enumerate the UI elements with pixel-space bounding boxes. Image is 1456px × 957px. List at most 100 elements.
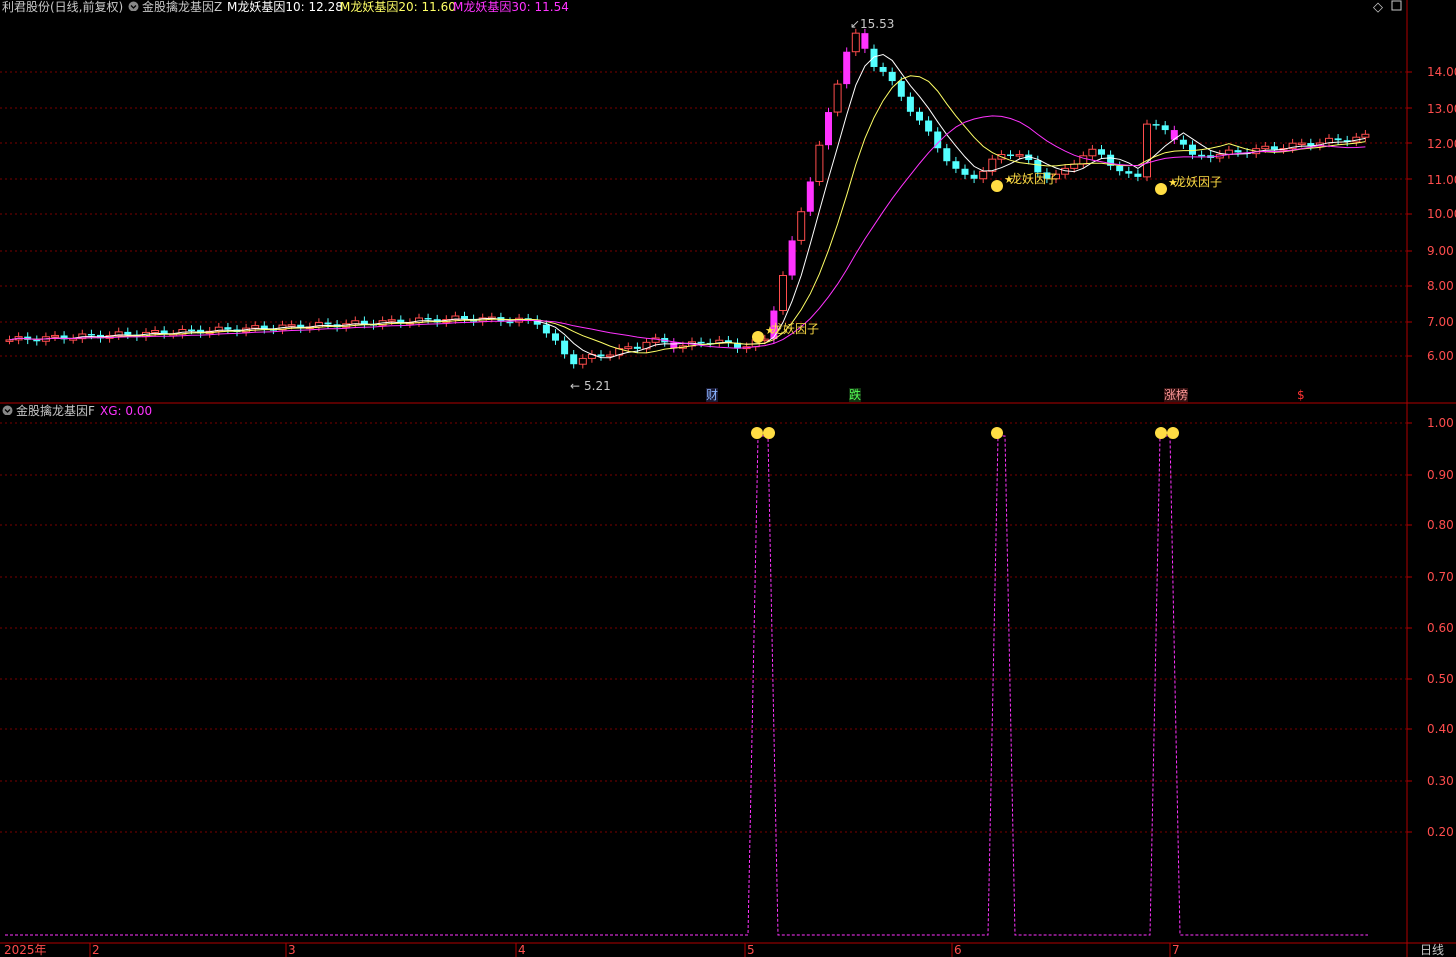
low-price-label: 5.21	[584, 379, 611, 393]
sub-y-tick-060: 0.60	[1427, 621, 1454, 635]
candle-body	[1143, 123, 1151, 178]
sub-y-tick-100: 1.00	[1427, 416, 1454, 430]
x-month-6: 6	[954, 943, 962, 957]
event-die[interactable]: 跌	[849, 388, 862, 402]
candle-body	[387, 319, 396, 322]
sub-y-tick-080: 0.80	[1427, 518, 1454, 532]
x-month-4: 4	[518, 943, 526, 957]
candle-body	[1179, 139, 1187, 145]
candle-body	[287, 324, 296, 327]
candle-body	[797, 211, 806, 241]
chart-canvas[interactable]: ★★ ★	[0, 0, 1456, 957]
x-month-7: 7	[1172, 943, 1180, 957]
xg-line	[5, 435, 1368, 936]
sub-indicator-toggle-icon[interactable]	[2, 404, 13, 418]
candle-body	[1134, 173, 1142, 177]
candle-body	[542, 324, 550, 334]
candle-body	[779, 274, 787, 312]
candle-body	[424, 318, 432, 320]
stock-title: 利君股份(日线,前复权)	[2, 0, 124, 14]
y-tick-8: 8.00	[1427, 279, 1454, 293]
candle-body	[906, 96, 914, 112]
event-zhangbang[interactable]: 涨榜	[1164, 388, 1189, 402]
candle-body	[1361, 133, 1370, 138]
ma30-line	[9, 115, 1366, 349]
candle-body	[1125, 171, 1133, 174]
y-tick-14: 14.00	[1427, 65, 1456, 79]
candle-body	[888, 71, 896, 82]
money-bag-icon	[1155, 183, 1167, 195]
high-price-label: 15.53	[860, 17, 895, 31]
candle-body	[1189, 144, 1196, 155]
event-dollar[interactable]: $	[1297, 388, 1305, 402]
x-year-label: 2025年	[4, 943, 47, 957]
y-tick-13: 13.00	[1427, 102, 1456, 116]
candle-body	[952, 161, 960, 169]
candle-body	[851, 32, 860, 53]
ma30-value: M龙妖基因30: 11.54	[453, 0, 569, 14]
candle-body	[33, 339, 41, 342]
sub-y-tick-030: 0.30	[1427, 774, 1454, 788]
candle-body	[1034, 160, 1042, 173]
candle-body	[51, 334, 59, 338]
candle-body	[961, 168, 969, 175]
candle-body	[925, 120, 933, 132]
candle-body	[1334, 138, 1342, 141]
sub-y-tick-090: 0.90	[1427, 468, 1454, 482]
candle-body	[697, 341, 705, 344]
candle-body	[5, 339, 14, 342]
candle-body	[1261, 145, 1270, 150]
candle-body	[1015, 154, 1024, 157]
candle-body	[833, 83, 842, 113]
ma10-line	[9, 53, 1366, 359]
signal-label-1: 龙妖因子	[771, 322, 820, 336]
sub-y-tick-070: 0.70	[1427, 570, 1454, 584]
x-month-2: 2	[92, 943, 100, 957]
candle-body	[1170, 130, 1178, 140]
xg-value: XG: 0.00	[100, 404, 153, 418]
candle-body	[916, 111, 923, 121]
maximize-icon[interactable]	[1391, 0, 1402, 14]
y-tick-6: 6.00	[1427, 349, 1454, 363]
candle-body	[970, 174, 978, 179]
candle-body	[788, 240, 796, 276]
y-tick-10: 10.00	[1427, 207, 1456, 221]
candle-body	[897, 81, 905, 97]
candle-body	[606, 354, 615, 358]
ma10-value: M龙妖基因10: 12.28	[227, 0, 343, 14]
candle-body	[1152, 124, 1160, 126]
event-cai[interactable]: 财	[706, 388, 719, 402]
ma20-line	[9, 75, 1366, 354]
money-bag-icon	[991, 427, 1003, 439]
period-button[interactable]: 日线	[1420, 943, 1444, 957]
candle-body	[87, 334, 95, 336]
sub-y-tick-040: 0.40	[1427, 722, 1454, 736]
money-bag-icon	[991, 180, 1003, 192]
candle-body	[825, 112, 832, 146]
sub-indicator-name[interactable]: 金股擒龙基因F	[16, 404, 95, 418]
candle-body	[151, 330, 160, 333]
money-bag-icon	[1167, 427, 1179, 439]
signal-label-2: 龙妖因子	[1010, 172, 1059, 186]
candle-body	[251, 325, 260, 329]
candle-body	[324, 322, 332, 325]
candle-body	[124, 331, 132, 335]
candle-body	[506, 321, 514, 324]
money-bag-icon	[1155, 427, 1167, 439]
candle-body	[1088, 148, 1097, 157]
x-month-5: 5	[747, 943, 755, 957]
candle-body	[552, 333, 559, 341]
money-bag-icon	[751, 427, 763, 439]
candle-body	[578, 357, 587, 365]
main-indicator-name[interactable]: 金股擒龙基因Z	[142, 0, 222, 14]
candle-body	[1270, 146, 1278, 150]
sub-y-tick-050: 0.50	[1427, 672, 1454, 686]
candle-body	[1198, 154, 1206, 157]
candle-body	[1297, 142, 1306, 146]
diamond-icon[interactable]: ◇	[1373, 0, 1383, 15]
candle-body	[870, 48, 878, 67]
money-bag-icon	[752, 331, 764, 343]
candle-body	[188, 329, 195, 332]
candle-body	[570, 354, 578, 365]
indicator-toggle-icon[interactable]	[128, 0, 139, 14]
